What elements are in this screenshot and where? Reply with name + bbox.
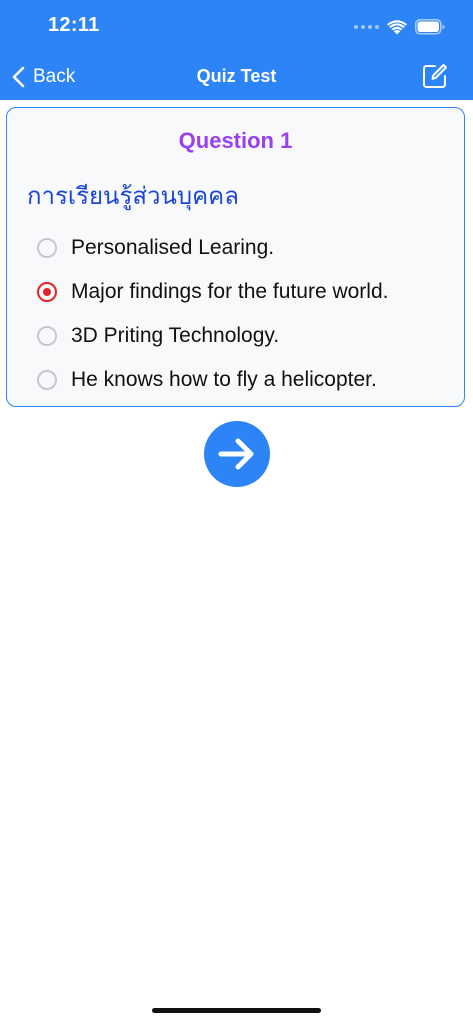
question-number: Question 1 [178,128,293,153]
home-indicator [152,1008,321,1013]
question-card: Question 1 การเรียนรู้ส่วนบุคคล Personal… [6,107,465,407]
answer-option-4[interactable]: He knows how to fly a helicopter. [37,358,454,402]
cellular-signal-icon [354,25,379,29]
answer-option-label: Personalised Learing. [71,236,275,259]
answer-option-1[interactable]: Personalised Learing. [37,226,454,270]
status-time: 12:11 [48,14,100,36]
compose-icon[interactable] [421,62,449,90]
answer-options: Personalised Learing. Major findings for… [37,226,454,402]
answer-option-label: He knows how to fly a helicopter. [71,368,377,391]
top-bar: 12:11 Back Quiz Test [0,0,473,100]
radio-button-selected[interactable] [37,282,57,302]
status-indicators [354,16,445,38]
answer-option-label: Major findings for the future world. [71,280,389,303]
question-text: การเรียนรู้ส่วนบุคคล [27,182,239,210]
quiz-screen: 12:11 Back Quiz Test Question 1 การเรียน… [0,0,473,1024]
battery-icon [415,19,445,35]
next-button[interactable] [204,421,270,487]
answer-option-3[interactable]: 3D Priting Technology. [37,314,454,358]
wifi-icon [387,20,407,35]
radio-button[interactable] [37,370,57,390]
answer-option-2[interactable]: Major findings for the future world. [37,270,454,314]
arrow-right-icon [218,438,254,470]
radio-button[interactable] [37,238,57,258]
answer-option-label: 3D Priting Technology. [71,324,280,347]
page-title: Quiz Test [196,66,277,86]
radio-button[interactable] [37,326,57,346]
